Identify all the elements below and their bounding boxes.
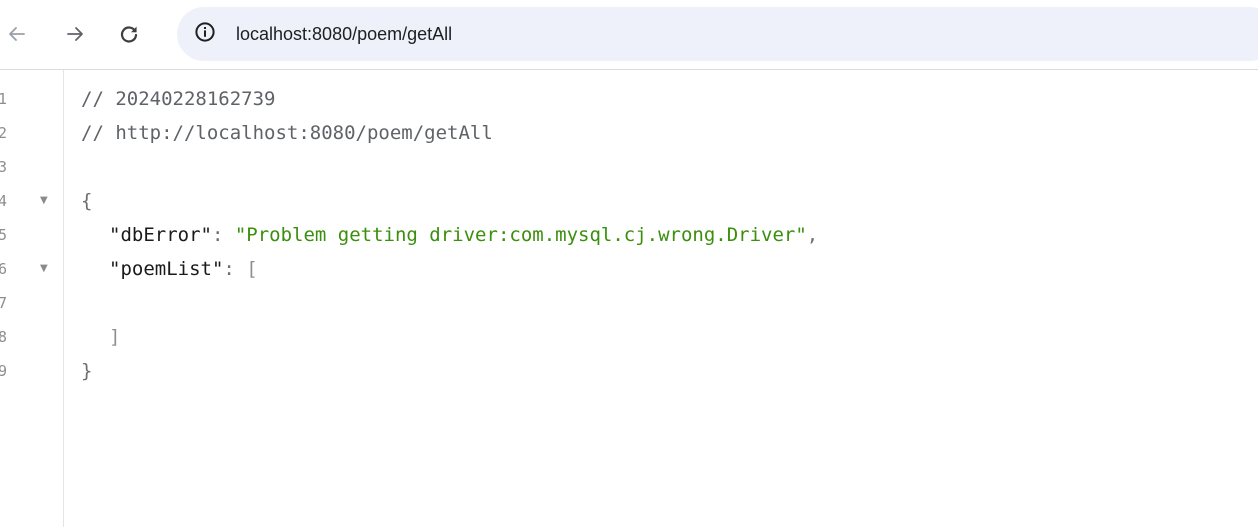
json-entry-dberror: "dbError": "Problem getting driver:com.m…: [81, 218, 818, 252]
reload-button[interactable]: [112, 17, 146, 51]
fold-toggle-icon[interactable]: ▼: [40, 252, 52, 286]
code-line: 7: [0, 286, 1258, 320]
address-bar[interactable]: localhost:8080/poem/getAll: [177, 7, 1258, 61]
arrow-right-icon: [64, 23, 86, 45]
line-number: 5: [0, 226, 8, 244]
line-number: 4: [0, 192, 8, 210]
json-viewer: 1 // 20240228162739 2 // http://localhos…: [0, 70, 1258, 527]
code-line: 9 }: [0, 354, 1258, 388]
json-string-value: "Problem getting driver:com.mysql.cj.wro…: [234, 224, 807, 246]
code-line: 1 // 20240228162739: [0, 82, 1258, 116]
line-number: 8: [0, 328, 8, 346]
code-line: 3: [0, 150, 1258, 184]
json-comma: ,: [806, 224, 819, 246]
object-close-brace: }: [81, 360, 93, 382]
json-key: "dbError": [109, 224, 212, 246]
json-key: "poemList": [109, 258, 224, 280]
forward-button[interactable]: [58, 17, 92, 51]
arrow-left-icon: [6, 23, 28, 45]
line-number: 3: [0, 158, 8, 176]
info-circle-icon: [194, 21, 216, 47]
comment-timestamp: // 20240228162739: [81, 88, 276, 110]
back-button[interactable]: [0, 17, 34, 51]
line-number: 7: [0, 294, 8, 312]
array-open-bracket: [: [246, 258, 258, 280]
code-line: 8 ]: [0, 320, 1258, 354]
code-line: 6 ▼ "poemList": [: [0, 252, 1258, 286]
comment-url: // http://localhost:8080/poem/getAll: [81, 122, 493, 144]
fold-toggle-icon[interactable]: ▼: [40, 184, 52, 218]
line-number: 1: [0, 90, 8, 108]
code-line: 4 ▼ {: [0, 184, 1258, 218]
line-number: 9: [0, 362, 8, 380]
reload-icon: [118, 23, 140, 45]
line-number: 6: [0, 260, 8, 278]
json-colon: :: [223, 258, 247, 280]
url-text[interactable]: localhost:8080/poem/getAll: [236, 22, 452, 46]
object-open-brace: {: [81, 190, 93, 212]
code-line: 2 // http://localhost:8080/poem/getAll: [0, 116, 1258, 150]
site-info-button[interactable]: [191, 20, 219, 48]
array-close-bracket: ]: [109, 326, 121, 348]
json-entry-poemlist: "poemList": [: [81, 252, 258, 286]
line-number: 2: [0, 124, 8, 142]
browser-toolbar: localhost:8080/poem/getAll: [0, 0, 1258, 70]
json-colon: :: [211, 224, 235, 246]
code-line: 5 "dbError": "Problem getting driver:com…: [0, 218, 1258, 252]
